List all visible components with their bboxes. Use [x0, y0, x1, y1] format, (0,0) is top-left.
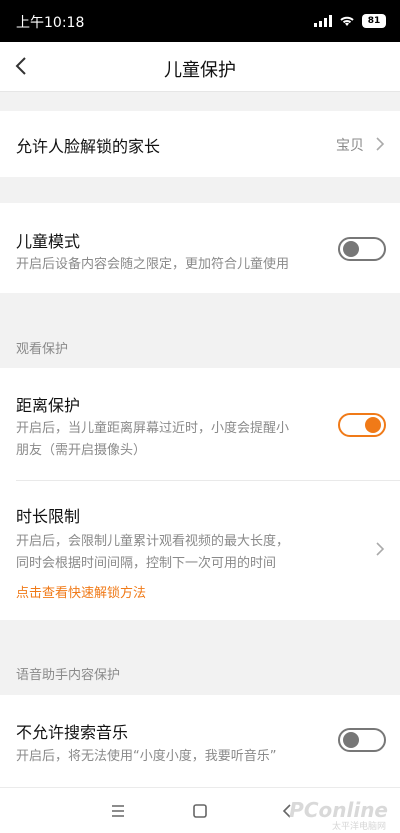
child-mode-title: 儿童模式 — [16, 232, 81, 251]
status-icons: 81 — [314, 14, 386, 28]
distance-desc-1: 开启后，当儿童距离屏幕过近时，小度会提醒小 — [16, 421, 290, 436]
music-desc: 开启后，将无法使用“小度小度，我要听音乐” — [16, 749, 277, 764]
music-toggle[interactable] — [338, 728, 386, 752]
time-limit-desc-1: 开启后，会限制儿童累计观看视频的最大长度， — [16, 534, 290, 549]
music-row: 不允许搜索音乐 开启后，将无法使用“小度小度，我要听音乐” — [0, 695, 400, 787]
watermark-sub: 太平洋电脑网 — [331, 822, 386, 832]
face-unlock-label: 允许人脸解锁的家长 — [16, 137, 161, 156]
time-limit-title: 时长限制 — [16, 507, 81, 526]
battery-icon: 81 — [362, 14, 386, 28]
viewing-section: 距离保护 开启后，当儿童距离屏幕过近时，小度会提醒小 朋友（需开启摄像头） 时长… — [0, 368, 400, 620]
wifi-icon — [340, 16, 354, 26]
distance-toggle[interactable] — [338, 413, 386, 437]
voice-group-label: 语音助手内容保护 — [16, 668, 121, 683]
face-unlock-value: 宝贝 — [336, 138, 364, 154]
menu-icon[interactable] — [108, 801, 128, 821]
face-unlock-row[interactable]: 允许人脸解锁的家长 宝贝 — [0, 111, 400, 177]
distance-desc-2: 朋友（需开启摄像头） — [16, 443, 147, 458]
time-limit-row[interactable]: 时长限制 开启后，会限制儿童累计观看视频的最大长度， 同时会根据时间间隔，控制下… — [0, 481, 400, 620]
home-icon[interactable] — [190, 801, 210, 821]
viewing-group-label: 观看保护 — [16, 342, 69, 357]
music-title: 不允许搜索音乐 — [16, 723, 129, 742]
distance-title: 距离保护 — [16, 396, 81, 415]
page-title: 儿童保护 — [164, 60, 236, 81]
child-mode-toggle[interactable] — [338, 237, 386, 261]
header: 儿童保护 — [0, 42, 400, 92]
time-limit-desc-2: 同时会根据时间间隔，控制下一次可用的时间 — [16, 556, 277, 571]
signal-icon — [314, 15, 332, 27]
unlock-method-link[interactable]: 点击查看快速解锁方法 — [16, 582, 146, 601]
child-mode-row: 儿童模式 开启后设备内容会随之限定，更加符合儿童使用 — [0, 203, 400, 293]
status-bar: 上午10:18 81 — [0, 0, 400, 42]
child-mode-desc: 开启后设备内容会随之限定，更加符合儿童使用 — [16, 257, 290, 272]
chevron-right-icon — [376, 137, 385, 151]
chevron-right-icon — [376, 542, 385, 556]
nav-bar: PConline 太平洋电脑网 — [0, 787, 400, 833]
status-time: 上午10:18 — [16, 15, 85, 31]
